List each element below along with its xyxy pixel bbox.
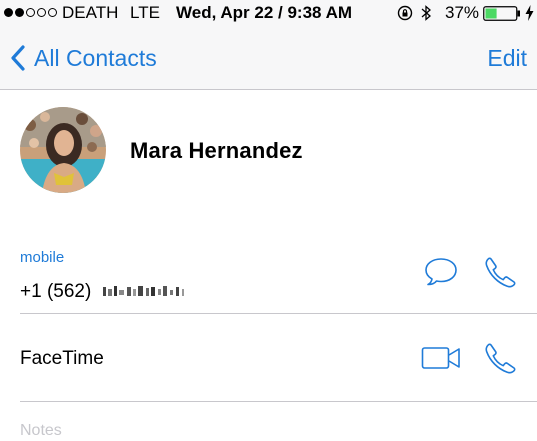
edit-button[interactable]: Edit xyxy=(487,42,527,74)
carrier-name: DEATH xyxy=(62,3,119,22)
back-label: All Contacts xyxy=(34,44,157,71)
battery-percentage: 37% xyxy=(445,3,480,22)
facetime-audio-icon[interactable] xyxy=(483,342,517,374)
avatar-photo xyxy=(20,107,106,193)
avatar xyxy=(20,107,106,193)
status-bar: DEATH LTE Wed, Apr 22 / 9:38 AM 37% xyxy=(0,0,537,26)
divider xyxy=(20,401,537,402)
phone-label: mobile xyxy=(20,249,65,266)
divider xyxy=(20,313,537,314)
notes-field[interactable]: Notes xyxy=(20,422,62,440)
back-button[interactable]: All Contacts xyxy=(10,42,157,74)
facetime-video-icon[interactable] xyxy=(421,346,461,370)
orientation-lock-icon xyxy=(397,5,413,21)
network-type: LTE xyxy=(130,3,160,22)
phone-icon[interactable] xyxy=(483,256,517,288)
battery-icon xyxy=(483,6,520,21)
facetime-label: FaceTime xyxy=(20,348,104,369)
charging-icon xyxy=(525,5,534,21)
back-chevron-icon xyxy=(11,45,25,71)
status-datetime: Wed, Apr 22 / 9:38 AM xyxy=(176,3,353,22)
signal-strength-icon xyxy=(4,8,57,17)
phone-number-visible: +1 (562) xyxy=(20,281,92,302)
contact-name: Mara Hernandez xyxy=(130,138,303,163)
redacted-digits xyxy=(102,286,184,296)
message-icon[interactable] xyxy=(424,256,458,286)
phone-number[interactable]: +1 (562) xyxy=(20,281,193,303)
navigation-bar: All Contacts Edit xyxy=(0,26,537,90)
bluetooth-icon xyxy=(421,5,431,21)
